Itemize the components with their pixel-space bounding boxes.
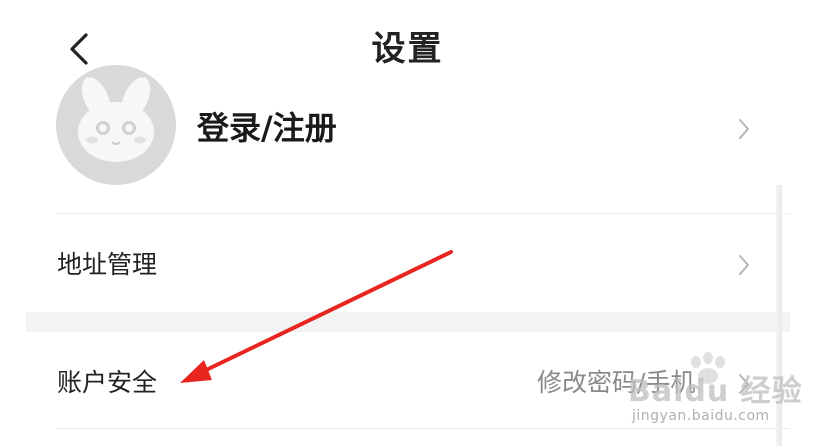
chevron-right-icon xyxy=(739,255,749,275)
profile-login-row[interactable]: 登录/注册 xyxy=(0,65,790,213)
section-separator xyxy=(26,312,790,332)
watermark-url: jingyan.baidu.com xyxy=(632,408,770,424)
rabbit-avatar-icon xyxy=(56,42,176,185)
chevron-right-icon xyxy=(739,119,749,139)
address-management-row[interactable]: 地址管理 xyxy=(0,214,790,312)
watermark-logo-text: Baidu 经验 xyxy=(628,374,803,409)
settings-screen: 设置 登录/注册 地址管理 账户安全 修改密码/手机 Baidu 经验 jing… xyxy=(0,0,821,446)
address-management-label: 地址管理 xyxy=(57,250,158,279)
divider xyxy=(56,428,790,429)
account-security-label: 账户安全 xyxy=(57,368,158,397)
login-register-label: 登录/注册 xyxy=(197,109,337,147)
